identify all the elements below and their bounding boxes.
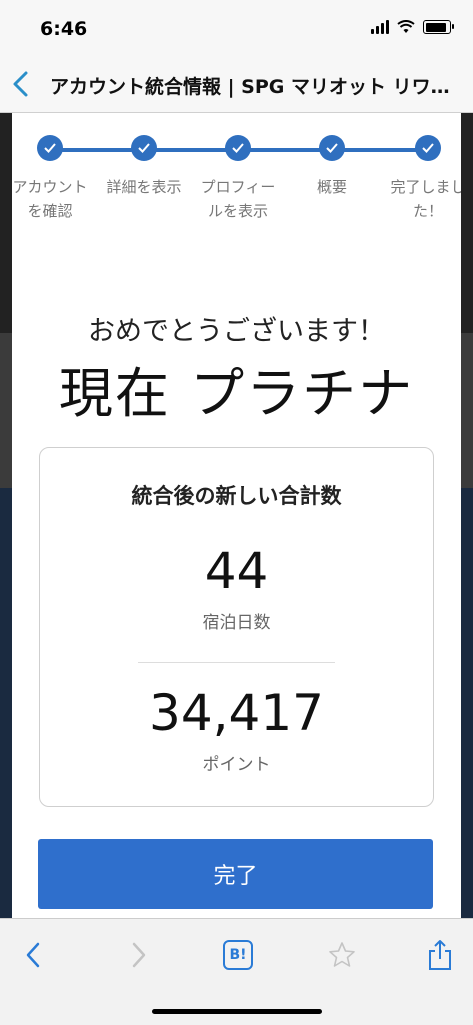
home-indicator (152, 1009, 322, 1014)
step-label: プロフィー ルを表示 (200, 178, 276, 220)
step-label: 詳細を表示 (106, 178, 182, 196)
browser-toolbar: B! (0, 918, 473, 1025)
nights-label: 宿泊日数 (202, 613, 271, 633)
step-complete: 完了しまし た！ (378, 135, 461, 223)
membership-tier: 現在 プラチナ (58, 362, 415, 425)
nav-bar: アカウント統合情報 | SPG マリオット リワ… (0, 56, 473, 113)
nights-value: 44 (204, 542, 269, 600)
status-time: 6:46 (40, 18, 88, 40)
cellular-signal-icon (371, 20, 389, 34)
step-label: アカウント を確認 (12, 178, 88, 220)
step-check-icon (37, 135, 63, 161)
points-value: 34,417 (149, 684, 324, 742)
forward-arrow-icon[interactable] (120, 937, 156, 973)
back-chevron-icon[interactable] (8, 68, 36, 100)
step-check-icon (225, 135, 251, 161)
step-check-icon (319, 135, 345, 161)
page-title: アカウント統合情報 | SPG マリオット リワ… (50, 76, 450, 98)
step-check-icon (415, 135, 441, 161)
step-verify-account: アカウント を確認 (12, 135, 100, 223)
step-check-icon (131, 135, 157, 161)
status-icons (371, 20, 454, 34)
step-summary: 概要 (282, 135, 382, 199)
step-view-profile: プロフィー ルを表示 (188, 135, 288, 223)
step-view-details: 詳細を表示 (94, 135, 194, 199)
favorite-star-icon[interactable] (324, 937, 360, 973)
account-merge-dialog: アカウント を確認 詳細を表示 プロフィー ルを表示 概要 完了しまし た！ お… (12, 113, 461, 918)
battery-icon (423, 20, 454, 34)
back-arrow-icon[interactable] (16, 937, 52, 973)
step-label: 完了しまし た！ (390, 178, 461, 220)
new-totals-card: 統合後の新しい合計数 44 宿泊日数 34,417 ポイント (39, 447, 434, 807)
wifi-icon (397, 20, 415, 33)
points-label: ポイント (202, 755, 271, 775)
divider (138, 662, 335, 663)
congratulations-text: おめでとうございます！ (88, 316, 385, 347)
hatena-bookmark-button[interactable]: B! (220, 937, 256, 973)
status-bar: 6:46 (0, 0, 473, 56)
card-title: 統合後の新しい合計数 (131, 484, 342, 508)
share-icon[interactable] (422, 937, 458, 973)
hatena-bookmark-icon: B! (223, 940, 253, 970)
step-label: 概要 (316, 178, 347, 196)
progress-stepper: アカウント を確認 詳細を表示 プロフィー ルを表示 概要 完了しまし た！ (12, 135, 461, 245)
done-button[interactable]: 完了 (38, 839, 433, 909)
